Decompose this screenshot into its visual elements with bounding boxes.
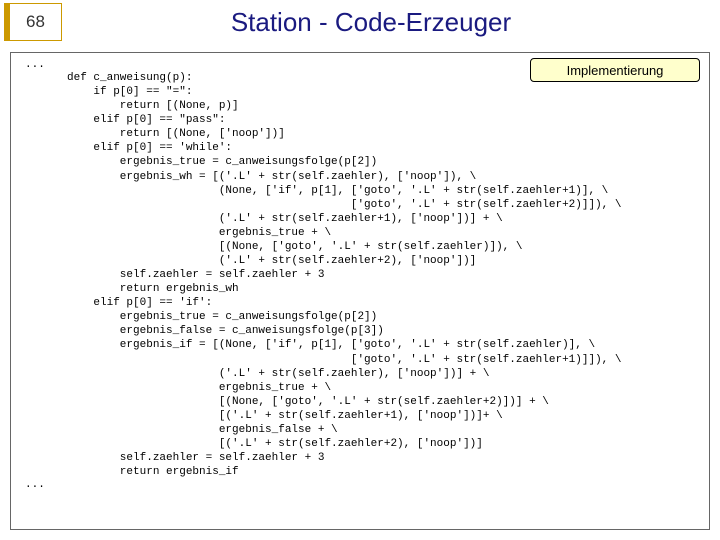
slide-title: Station - Code-Erzeuger	[62, 7, 720, 38]
implementation-badge: Implementierung	[530, 58, 700, 82]
ellipsis-bottom: ...	[25, 479, 701, 491]
slide-header: 68 Station - Code-Erzeuger	[0, 0, 720, 44]
code-block: def c_anweisung(p): if p[0] == "=": retu…	[67, 71, 701, 479]
page-number-box: 68	[4, 3, 62, 41]
badge-label: Implementierung	[567, 63, 664, 78]
page-number: 68	[26, 12, 45, 32]
code-container: ... def c_anweisung(p): if p[0] == "=": …	[10, 52, 710, 530]
